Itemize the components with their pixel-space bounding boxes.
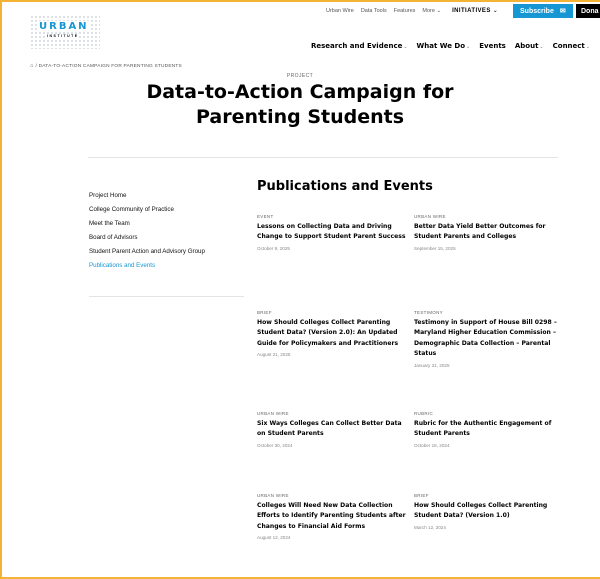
publication-card[interactable]: URBAN WIRE Better Data Yield Better Outc… — [414, 214, 564, 251]
donate-label: Dona — [581, 7, 599, 15]
util-nav-more-label: More — [422, 7, 435, 14]
home-icon[interactable]: ⌂ — [30, 63, 34, 69]
initiatives-label: INITIATIVES — [452, 8, 491, 14]
sidebar-nav: Project Home College Community of Practi… — [89, 189, 205, 273]
publication-type: TESTIMONY — [414, 310, 443, 315]
publication-type: BRIEF — [414, 493, 429, 498]
divider — [88, 157, 558, 158]
initiatives-menu[interactable]: INITIATIVES ⌄ — [452, 7, 498, 14]
publication-date: March 12, 2024 — [414, 524, 446, 530]
publication-title[interactable]: Six Ways Colleges Can Collect Better Dat… — [257, 419, 407, 440]
publication-card[interactable]: TESTIMONY Testimony in Support of House … — [414, 310, 564, 368]
publication-date: August 12, 2024 — [257, 535, 291, 541]
sidebar-item-meet-the-team[interactable]: Meet the Team — [89, 217, 205, 231]
publication-card[interactable]: BRIEF How Should Colleges Collect Parent… — [414, 493, 564, 530]
publication-type: BRIEF — [257, 310, 272, 315]
donate-button[interactable]: Dona — [576, 4, 600, 18]
publication-date: September 15, 2025 — [414, 245, 456, 251]
nav-connect[interactable]: Connect⌄ — [553, 42, 590, 50]
chevron-down-icon: ⌄ — [436, 7, 442, 14]
publication-card[interactable]: URBAN WIRE Six Ways Colleges Can Collect… — [257, 411, 407, 448]
publication-title[interactable]: Better Data Yield Better Outcomes for St… — [414, 222, 564, 243]
sidebar-item-board-of-advisors[interactable]: Board of Advisors — [89, 231, 205, 245]
nav-about[interactable]: About⌄ — [515, 42, 544, 50]
publication-type: URBAN WIRE — [257, 411, 289, 416]
nav-events[interactable]: Events — [479, 42, 506, 50]
nav-label: Connect — [552, 42, 585, 50]
envelope-icon: ✉ — [559, 8, 566, 15]
publication-title[interactable]: Colleges Will Need New Data Collection E… — [257, 501, 407, 532]
chevron-down-icon: ⌄ — [539, 44, 544, 50]
subscribe-label: Subscribe — [520, 7, 554, 15]
nav-label: Events — [479, 42, 506, 50]
breadcrumb-current[interactable]: / DATA-TO-ACTION CAMPAIGN FOR PARENTING … — [36, 64, 182, 69]
util-nav-more[interactable]: More ⌄ — [422, 8, 441, 14]
nav-label: About — [514, 42, 539, 50]
publication-card[interactable]: EVENT Lessons on Collecting Data and Dri… — [257, 214, 407, 251]
subscribe-button[interactable]: Subscribe ✉ — [513, 4, 573, 18]
publication-card[interactable]: BRIEF How Should Colleges Collect Parent… — [257, 310, 407, 357]
logo-text: URBAN — [38, 21, 90, 32]
publication-date: October 18, 2024 — [414, 442, 450, 448]
nav-label: Research and Evidence — [311, 42, 403, 50]
publication-type: URBAN WIRE — [414, 214, 446, 219]
publication-title[interactable]: Lessons on Collecting Data and Driving C… — [257, 222, 407, 243]
sidebar-divider — [89, 296, 244, 297]
page-title: Data-to-Action Campaign for Parenting St… — [146, 81, 454, 128]
section-title: Publications and Events — [257, 179, 433, 194]
util-nav-urban-wire[interactable]: Urban Wire — [326, 8, 354, 14]
project-label: PROJECT — [286, 73, 314, 79]
publication-type: RUBRIC — [414, 411, 434, 416]
chevron-down-icon: ⌄ — [585, 44, 590, 50]
publication-card[interactable]: URBAN WIRE Colleges Will Need New Data C… — [257, 493, 407, 540]
sidebar-item-college-community[interactable]: College Community of Practice — [89, 203, 205, 217]
publication-type: EVENT — [257, 214, 274, 219]
publication-date: August 21, 2025 — [257, 352, 291, 358]
publication-title[interactable]: Testimony in Support of House Bill 0298 … — [414, 318, 564, 360]
nav-what-we-do[interactable]: What We Do⌄ — [417, 42, 471, 50]
nav-label: What We Do — [416, 42, 466, 50]
util-nav-features[interactable]: Features — [394, 8, 416, 14]
chevron-down-icon: ⌄ — [492, 8, 499, 14]
util-nav-data-tools[interactable]: Data Tools — [361, 8, 387, 14]
publication-date: October 30, 2024 — [257, 442, 293, 448]
breadcrumb: ⌂ / DATA-TO-ACTION CAMPAIGN FOR PARENTIN… — [30, 63, 182, 69]
sidebar-item-project-home[interactable]: Project Home — [89, 189, 205, 203]
publication-card[interactable]: RUBRIC Rubric for the Authentic Engageme… — [414, 411, 564, 448]
publication-title[interactable]: How Should Colleges Collect Parenting St… — [257, 318, 407, 349]
main-nav: Research and Evidence⌄ What We Do⌄ Event… — [311, 42, 599, 50]
publication-date: January 31, 2025 — [414, 362, 450, 368]
publication-title[interactable]: Rubric for the Authentic Engagement of S… — [414, 419, 564, 440]
publication-type: URBAN WIRE — [257, 493, 289, 498]
sidebar-item-student-parent-group[interactable]: Student Parent Action and Advisory Group — [89, 245, 205, 259]
chevron-down-icon: ⌄ — [466, 44, 471, 50]
nav-research-and-evidence[interactable]: Research and Evidence⌄ — [311, 42, 408, 50]
publication-date: October 9, 2025 — [257, 245, 290, 251]
publication-title[interactable]: How Should Colleges Collect Parenting St… — [414, 501, 564, 522]
urban-institute-logo[interactable]: URBAN INSTITUTE — [30, 15, 100, 49]
chevron-down-icon: ⌄ — [403, 44, 408, 50]
utility-nav: Urban Wire Data Tools Features More ⌄ IN… — [326, 7, 505, 15]
sidebar-item-publications-and-events[interactable]: Publications and Events — [89, 259, 205, 273]
logo-subtext: INSTITUTE — [47, 34, 79, 38]
